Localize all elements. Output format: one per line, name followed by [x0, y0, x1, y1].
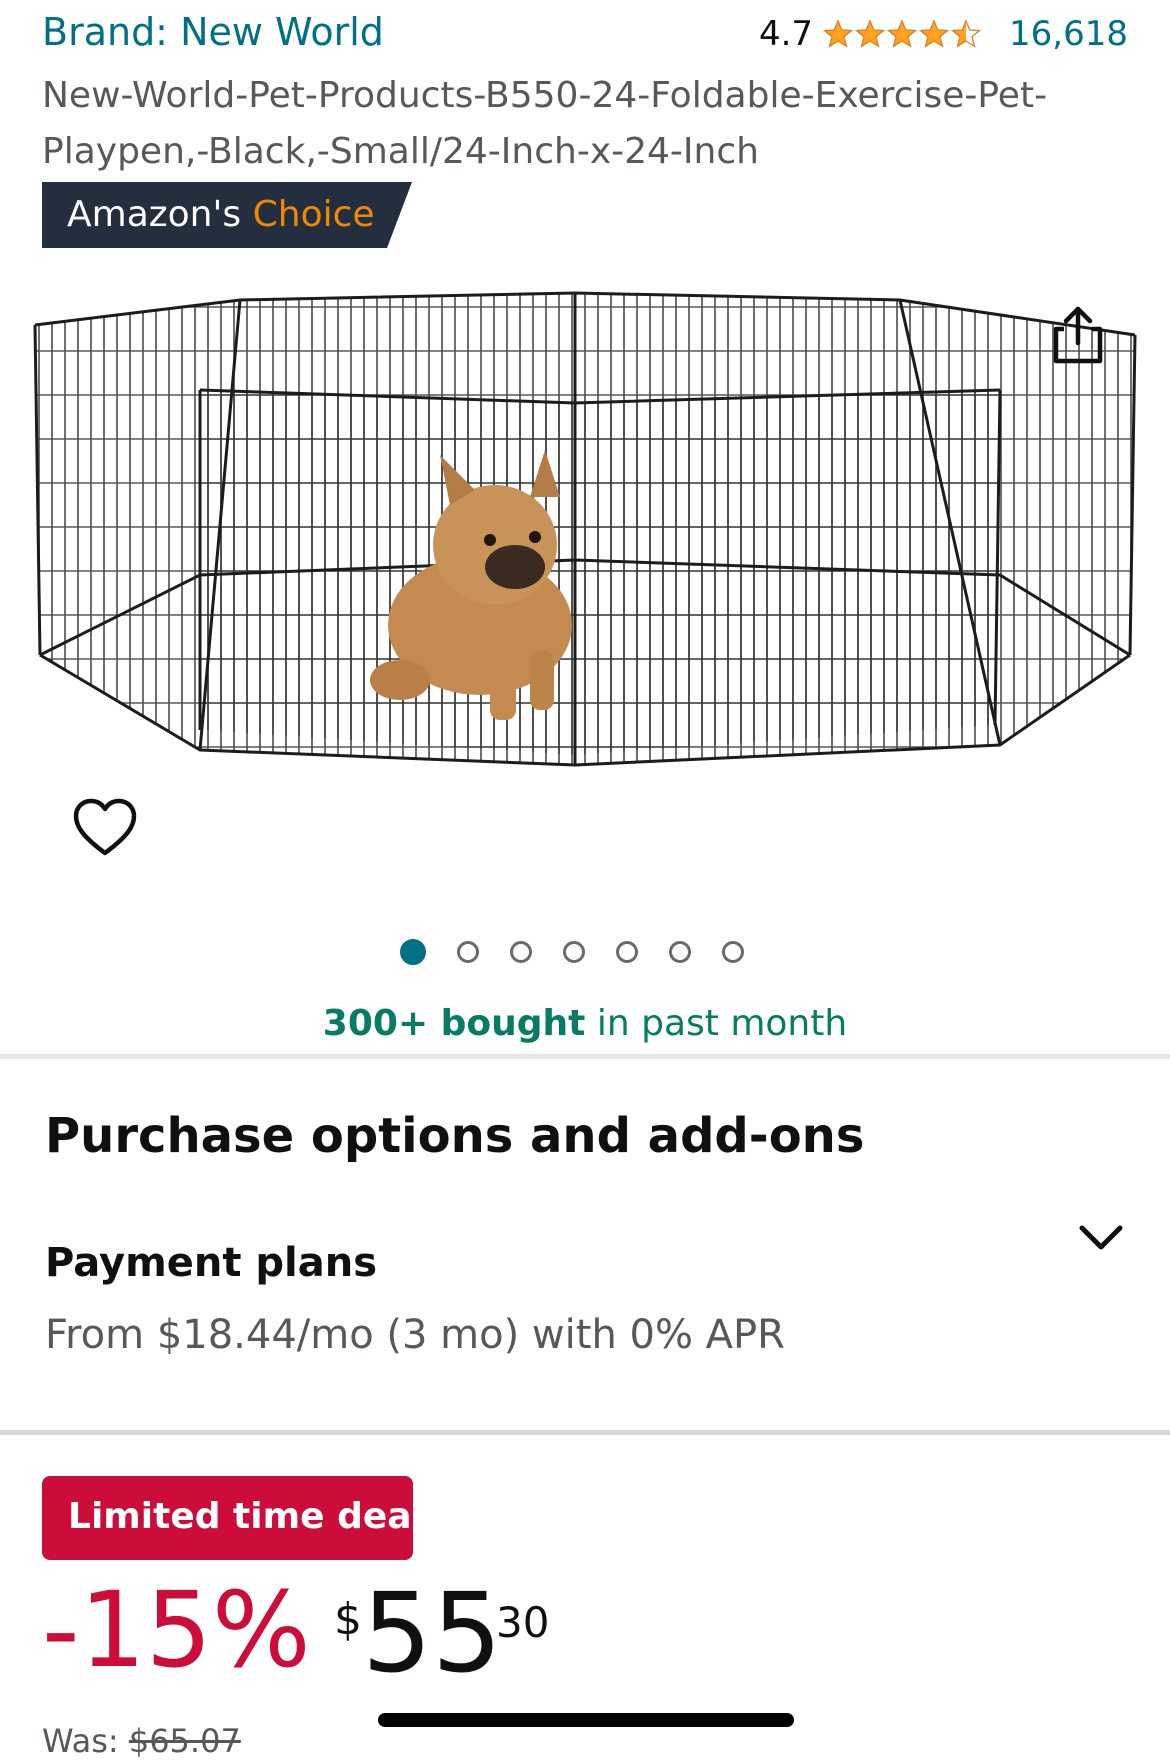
price-whole: 55	[362, 1569, 502, 1697]
heart-icon[interactable]	[72, 798, 138, 858]
product-title: New-World-Pet-Products-B550-24-Foldable-…	[42, 75, 1048, 172]
carousel-dot[interactable]	[510, 941, 532, 963]
rating-value: 4.7	[758, 14, 814, 54]
choice-badge-prefix: Amazon's	[67, 194, 242, 235]
section-divider	[0, 1430, 1170, 1435]
share-icon[interactable]	[1050, 303, 1106, 367]
star-icon	[855, 19, 886, 48]
star-icon	[823, 19, 854, 48]
limited-time-deal-badge: Limited time deal	[42, 1476, 424, 1560]
star-half-icon	[951, 19, 982, 48]
product-image[interactable]	[20, 285, 1150, 860]
was-price-value: $65.07	[128, 1722, 241, 1760]
chevron-down-icon[interactable]	[1076, 1220, 1126, 1256]
carousel-dot[interactable]	[457, 941, 479, 963]
purchase-options-heading: Purchase options and add-ons	[45, 1108, 865, 1164]
star-icon	[919, 19, 950, 48]
star-icon	[887, 19, 918, 48]
section-divider	[0, 1054, 1170, 1059]
carousel-dot[interactable]	[722, 941, 744, 963]
image-carousel-dots[interactable]	[400, 939, 744, 965]
payment-plans-label[interactable]: Payment plans	[45, 1240, 377, 1286]
rating-count-link[interactable]: 16,618	[1009, 14, 1128, 54]
payment-plans-detail: From $18.44/mo (3 mo) with 0% APR	[45, 1312, 785, 1358]
bought-period: in past month	[596, 1003, 848, 1044]
was-label: Was:	[42, 1722, 119, 1760]
price-currency-symbol: $	[334, 1594, 362, 1645]
rating-summary[interactable]: 4.7 16,618	[759, 14, 1128, 54]
discount-percentage: -15%	[42, 1569, 311, 1691]
carousel-dot[interactable]	[563, 941, 585, 963]
bought-in-past-month: 300+ bought in past month	[0, 1003, 1170, 1044]
home-indicator[interactable]	[378, 1713, 794, 1727]
brand-link[interactable]: Brand: New World	[42, 10, 384, 54]
was-price: Was: $65.07	[42, 1722, 241, 1760]
star-rating	[823, 19, 982, 49]
carousel-dot[interactable]	[400, 939, 426, 965]
amazons-choice-badge: Amazon's Choice	[42, 182, 412, 248]
carousel-dot[interactable]	[616, 941, 638, 963]
deal-badge-label: Limited time deal	[68, 1496, 424, 1537]
price-fraction: 30	[496, 1598, 550, 1647]
choice-badge-highlight: Choice	[252, 194, 375, 235]
carousel-dot[interactable]	[669, 941, 691, 963]
bought-count: 300+ bought	[322, 1003, 586, 1044]
